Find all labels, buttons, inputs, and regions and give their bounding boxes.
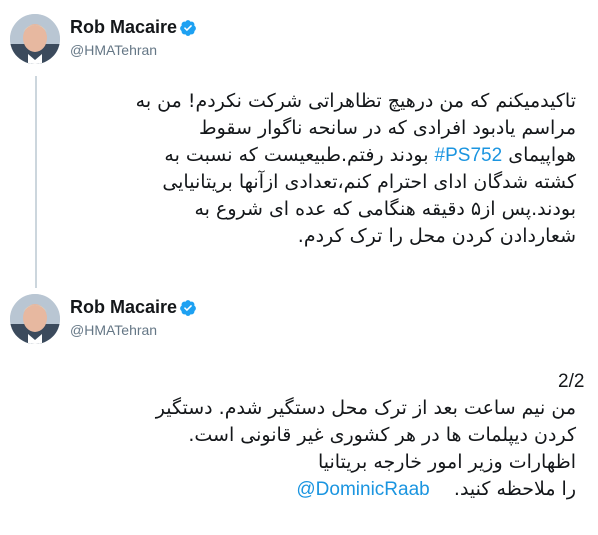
tweet-line: مراسم یادبود افرادی که در سانحه ناگوار س… [199,117,576,139]
tweet-line: کشته شدگان ادای احترام کنم،تعدادی ازآنها… [162,171,576,193]
avatar[interactable] [10,14,60,64]
tweet-line-suffix: را ملاحظه کنید. [453,478,576,500]
author-handle[interactable]: @HMATehran [70,42,157,58]
avatar[interactable] [10,294,60,344]
tweet-text: 2/2 من نیم ساعت بعد از ترک محل دستگیر شد… [56,368,585,503]
tweet-text: تاکیدمیکنم که من درهیچ تظاهراتی شرکت نکر… [56,88,576,250]
author-handle[interactable]: @HMATehran [70,322,157,338]
verified-badge-icon [180,300,196,316]
tweet-line: شعاردادن کردن محل را ترک کردم. [297,225,576,247]
hashtag-link[interactable]: #PS752 [435,145,503,166]
tweet-line: بودند.پس از۵ دقیقه هنگامی که عده ای شروع… [194,198,576,220]
tweet-line-prefix: هواپیمای [508,144,576,166]
mention-link[interactable]: @DominicRaab [296,479,429,500]
tweet-line-suffix: بودند رفتم.طبیعیست که نسبت به [164,144,429,166]
tweet-line: هواپیمای #PS752 بودند رفتم.طبیعیست که نس… [56,142,576,169]
tweet-line: من نیم ساعت بعد از ترک محل دستگیر شدم. د… [155,397,576,419]
tweet-line: اظهارات وزیر امور خارجه بریتانیا [317,451,576,473]
author-name[interactable]: Rob Macaire [70,17,177,38]
author-name[interactable]: Rob Macaire [70,297,177,318]
thread-connector-line [35,76,37,288]
tweet-line: کردن دیپلمات ها در هر کشوری غیر قانونی ا… [188,424,576,446]
tweet-line: را ملاحظه کنید. @DominicRaab [56,476,576,503]
thread-counter: 2/2 [558,371,585,392]
tweet-line: تاکیدمیکنم که من درهیچ تظاهراتی شرکت نکر… [135,90,576,112]
verified-badge-icon [180,20,196,36]
